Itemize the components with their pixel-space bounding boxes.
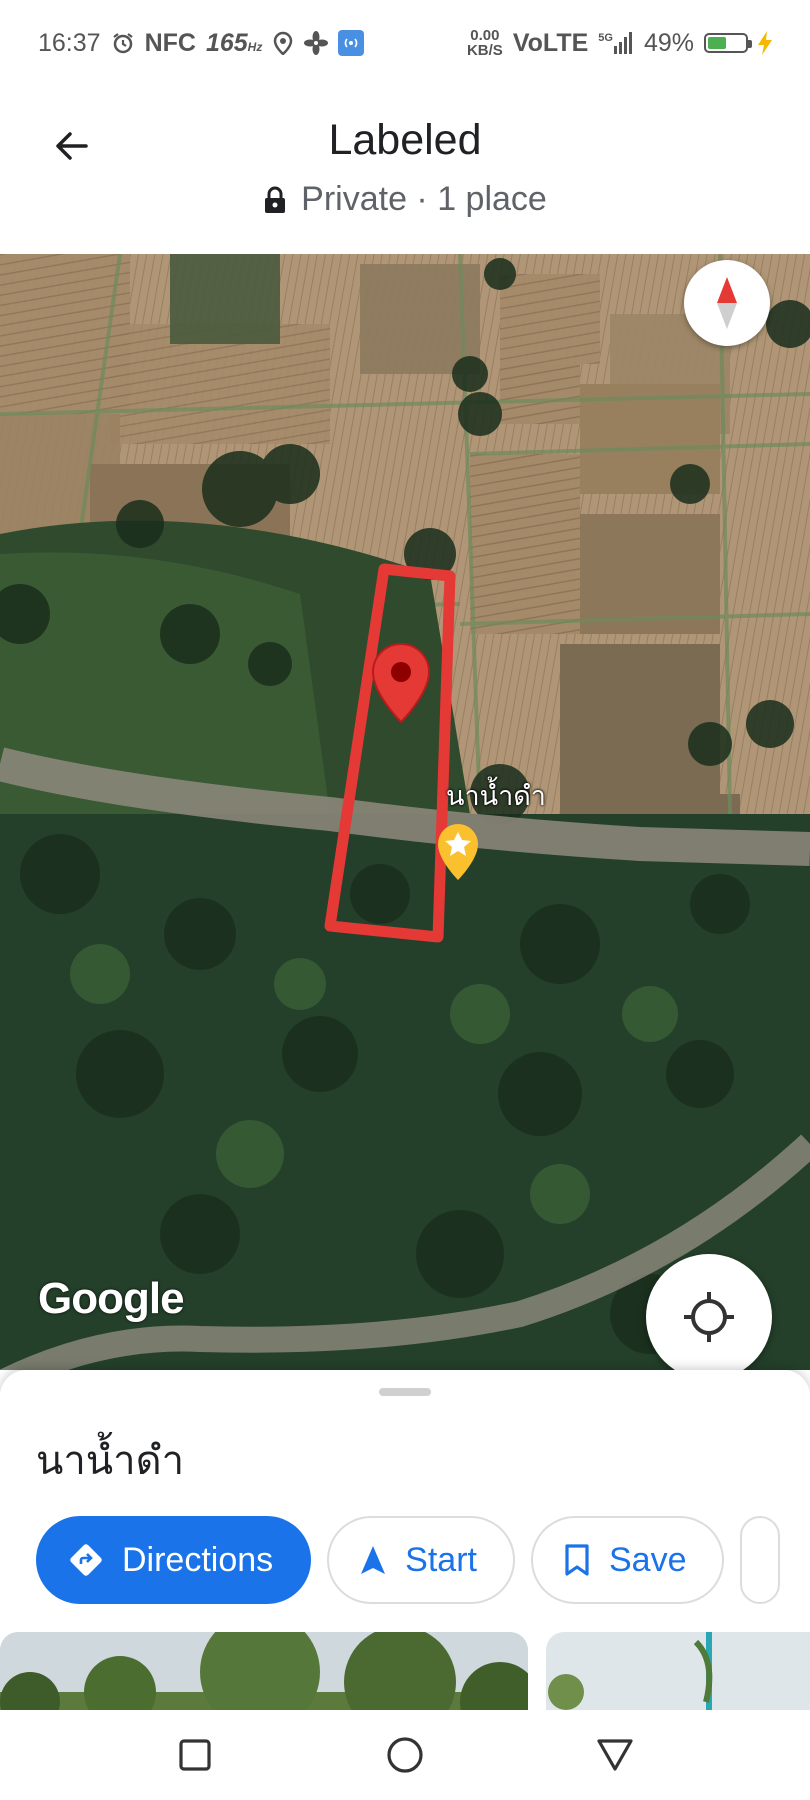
satellite-imagery: [0, 254, 810, 1370]
location-icon: [272, 31, 294, 55]
circle-icon: [387, 1737, 423, 1773]
privacy-and-count: Private · 1 place: [301, 180, 547, 218]
nav-back-button[interactable]: [585, 1725, 645, 1785]
status-right: 0.00 KB/S VoLTE 5G 49%: [467, 28, 772, 58]
place-name: นาน้ำดำ: [36, 1439, 185, 1483]
my-location-icon: [684, 1292, 734, 1342]
volte-indicator: VoLTE: [512, 28, 589, 57]
save-button[interactable]: Save: [530, 1516, 725, 1604]
triangle-icon: [597, 1739, 633, 1771]
fan-icon: [304, 31, 329, 55]
place-photo[interactable]: [0, 1632, 528, 1710]
nfc-indicator: NFC: [144, 28, 196, 57]
refresh-rate: 165Hz: [205, 28, 263, 57]
compass-icon: [717, 277, 737, 329]
battery-icon: [704, 33, 752, 53]
signal-icon: 5G: [598, 32, 634, 54]
battery-fill: [708, 37, 726, 49]
list-subtitle: Private · 1 place: [0, 180, 810, 219]
place-photo[interactable]: [546, 1632, 810, 1710]
map-place-label[interactable]: นาน้ำดำ: [446, 774, 546, 817]
directions-button[interactable]: Directions: [36, 1516, 312, 1604]
alarm-icon: [111, 31, 135, 55]
directions-icon: [70, 1544, 102, 1576]
sheet-drag-handle[interactable]: [379, 1388, 431, 1396]
system-nav-bar: [0, 1710, 810, 1800]
navigation-icon: [361, 1546, 386, 1574]
charging-icon: [758, 31, 772, 55]
action-chips: Directions Start Save: [36, 1516, 781, 1604]
net-speed: 0.00 KB/S: [466, 27, 503, 59]
compass-button[interactable]: [684, 260, 770, 346]
recents-button[interactable]: [165, 1725, 225, 1785]
battery-percent: 49%: [643, 28, 694, 57]
lock-icon: [265, 186, 286, 213]
more-actions-chip[interactable]: [740, 1516, 781, 1604]
home-button[interactable]: [375, 1725, 435, 1785]
clock: 16:37: [38, 28, 101, 57]
my-location-button[interactable]: [646, 1254, 772, 1370]
start-button[interactable]: Start: [327, 1516, 515, 1604]
bookmark-icon: [565, 1544, 589, 1576]
map-view[interactable]: นาน้ำดำ Google: [0, 254, 810, 1370]
hotspot-icon: [338, 30, 365, 56]
square-icon: [179, 1739, 211, 1771]
photo-strip[interactable]: [0, 1632, 810, 1710]
status-bar: 16:37 NFC 165Hz 0.00 KB/S VoLTE 5G 49%: [0, 0, 810, 86]
google-logo: Google: [38, 1274, 185, 1323]
status-left: 16:37 NFC 165Hz: [38, 28, 365, 58]
page-title: Labeled: [328, 116, 482, 164]
place-bottom-sheet[interactable]: นาน้ำดำ Directions Start Save: [0, 1370, 810, 1710]
list-header: Labeled Private · 1 place: [0, 86, 810, 254]
